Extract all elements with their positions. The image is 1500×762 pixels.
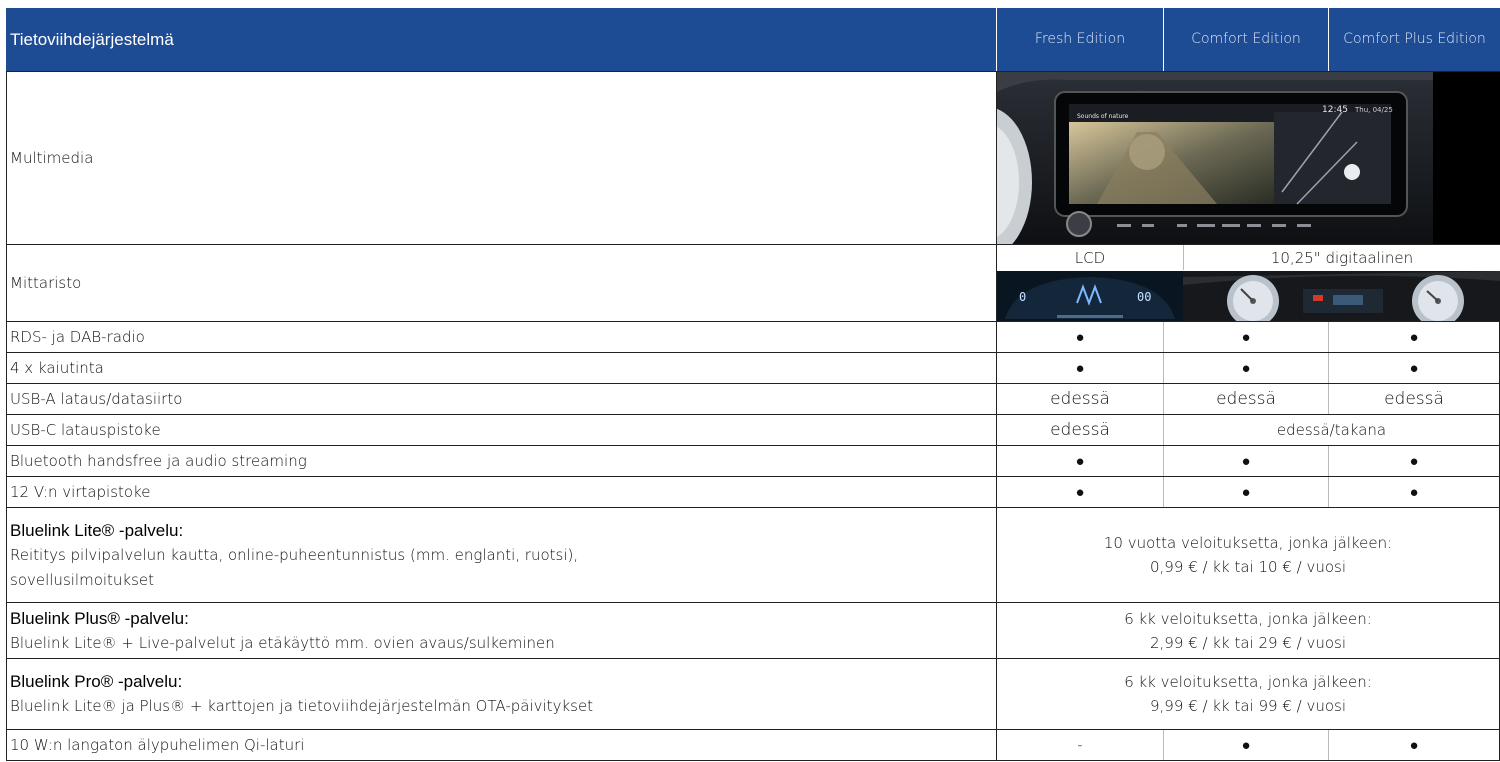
table-row-mittaristo: Mittaristo LCD 10,25" digitaalinen 0 00 — [6, 244, 1500, 321]
digital-cluster-image — [1183, 271, 1500, 321]
fresh-value: ● — [997, 322, 1164, 352]
table-row-usb-a: USB-A lataus/datasiirto edessä edessä ed… — [6, 383, 1500, 414]
bluelink-lite-value-2: 0,99 € / kk tai 10 € / vuosi — [1150, 558, 1346, 576]
comfort-plus-value: ● — [1329, 477, 1500, 507]
table-row-bluelink-lite: Bluelink Lite® -palvelu: Reititys pilvip… — [6, 507, 1500, 602]
bluelink-lite-desc-2: sovellusilmoitukset — [10, 570, 155, 589]
comfort-value: ● — [1164, 730, 1329, 760]
bluelink-lite-title: Bluelink Lite® -palvelu: — [10, 520, 184, 540]
screen-date: Thu, 04/25 — [1354, 106, 1393, 114]
column-header-comfort: Comfort Edition — [1164, 8, 1329, 71]
fresh-value: - — [997, 730, 1164, 760]
bluelink-lite-value: 10 vuotta veloituksetta, jonka jälkeen: … — [997, 508, 1500, 602]
table-row-bluetooth: Bluetooth handsfree ja audio streaming ●… — [6, 445, 1500, 476]
bluelink-plus-desc-1: Bluelink Lite® + Live-palvelut ja etäkäy… — [10, 633, 555, 652]
comfort-plus-value: edessä — [1329, 384, 1500, 414]
row-label: 12 V:n virtapistoke — [6, 477, 997, 507]
comfort-plus-value: ● — [1329, 322, 1500, 352]
comfort-plus-value: ● — [1329, 353, 1500, 383]
lcd-label: LCD — [1074, 248, 1106, 267]
lcd-cluster-image: 0 00 — [997, 271, 1183, 321]
bluelink-plus-value: 6 kk veloituksetta, jonka jälkeen: 2,99 … — [997, 603, 1500, 658]
row-label: Bluelink Plus® -palvelu: Bluelink Lite® … — [6, 603, 997, 658]
comfort-value: ● — [1164, 477, 1329, 507]
screen-track-title: Sounds of nature — [1077, 113, 1129, 120]
comfort-value: edessä — [1164, 384, 1329, 414]
table-row-radio: RDS- ja DAB-radio ● ● ● — [6, 321, 1500, 352]
comfort-span-value: edessä/takana — [1164, 415, 1500, 445]
row-label: Bluelink Pro® -palvelu: Bluelink Lite® j… — [6, 659, 997, 729]
bluelink-pro-title: Bluelink Pro® -palvelu: — [10, 672, 183, 691]
fresh-value: ● — [997, 446, 1164, 476]
fresh-value: ● — [997, 477, 1164, 507]
bluelink-pro-desc-1: Bluelink Lite® ja Plus® + karttojen ja t… — [10, 697, 594, 715]
lcd-right-value: 00 — [1137, 290, 1151, 304]
table-bottom-border — [6, 760, 1500, 761]
row-label: Multimedia — [6, 72, 997, 244]
column-header-comfort-plus: Comfort Plus Edition — [1329, 8, 1500, 71]
bluelink-pro-value-2: 9,99 € / kk tai 99 € / vuosi — [1150, 697, 1346, 715]
digital-cluster-label: 10,25" digitaalinen — [1183, 245, 1500, 270]
bluelink-lite-desc-1: Reititys pilvipalvelun kautta, online-pu… — [10, 545, 579, 564]
row-label: RDS- ja DAB-radio — [6, 322, 997, 352]
bluelink-plus-value-1: 6 kk veloituksetta, jonka jälkeen: — [1124, 609, 1372, 628]
multimedia-screen-image: 12:45 Thu, 04/25 Sounds of nature — [997, 72, 1433, 244]
bluelink-lite-value-1: 10 vuotta veloituksetta, jonka jälkeen: — [1103, 534, 1393, 552]
infotainment-spec-table: Tietoviihdejärjestelmä Fresh Edition Com… — [6, 8, 1500, 762]
comfort-plus-value: ● — [1329, 446, 1500, 476]
row-label: USB-A lataus/datasiirto — [6, 384, 997, 414]
row-label: USB-C latauspistoke — [6, 415, 997, 445]
bluelink-pro-value: 6 kk veloituksetta, jonka jälkeen: 9,99 … — [997, 659, 1500, 729]
column-header-fresh: Fresh Edition — [997, 8, 1164, 71]
row-label: Bluetooth handsfree ja audio streaming — [6, 446, 997, 476]
comfort-value: ● — [1164, 322, 1329, 352]
comfort-value: ● — [1164, 353, 1329, 383]
table-title: Tietoviihdejärjestelmä — [6, 8, 997, 71]
fresh-value: ● — [997, 353, 1164, 383]
table-row-usb-c: USB-C latauspistoke edessä edessä/takana — [6, 414, 1500, 445]
fresh-value: edessä — [997, 384, 1164, 414]
bluelink-pro-value-1: 6 kk veloituksetta, jonka jälkeen: — [1124, 673, 1372, 691]
comfort-value: ● — [1164, 446, 1329, 476]
bluelink-plus-value-2: 2,99 € / kk tai 29 € / vuosi — [1150, 633, 1346, 652]
fresh-value: edessä — [997, 415, 1164, 445]
lcd-left-value: 0 — [1019, 290, 1026, 304]
comfort-plus-value: ● — [1329, 730, 1500, 760]
table-row-12v: 12 V:n virtapistoke ● ● ● — [6, 476, 1500, 507]
row-label: 10 W:n langaton älypuhelimen Qi-laturi — [6, 730, 997, 760]
table-row-qi-charger: 10 W:n langaton älypuhelimen Qi-laturi -… — [6, 729, 1500, 760]
row-label: Mittaristo — [6, 245, 997, 321]
row-label: Bluelink Lite® -palvelu: Reititys pilvip… — [6, 508, 997, 602]
bluelink-plus-title: Bluelink Plus® -palvelu: — [10, 608, 189, 628]
table-row-bluelink-pro: Bluelink Pro® -palvelu: Bluelink Lite® j… — [6, 658, 1500, 729]
image-black-margin — [1433, 72, 1500, 244]
table-row-bluelink-plus: Bluelink Plus® -palvelu: Bluelink Lite® … — [6, 602, 1500, 658]
table-row-speakers: 4 x kaiutinta ● ● ● — [6, 352, 1500, 383]
screen-time: 12:45 — [1322, 105, 1348, 115]
row-label: 4 x kaiutinta — [6, 353, 997, 383]
